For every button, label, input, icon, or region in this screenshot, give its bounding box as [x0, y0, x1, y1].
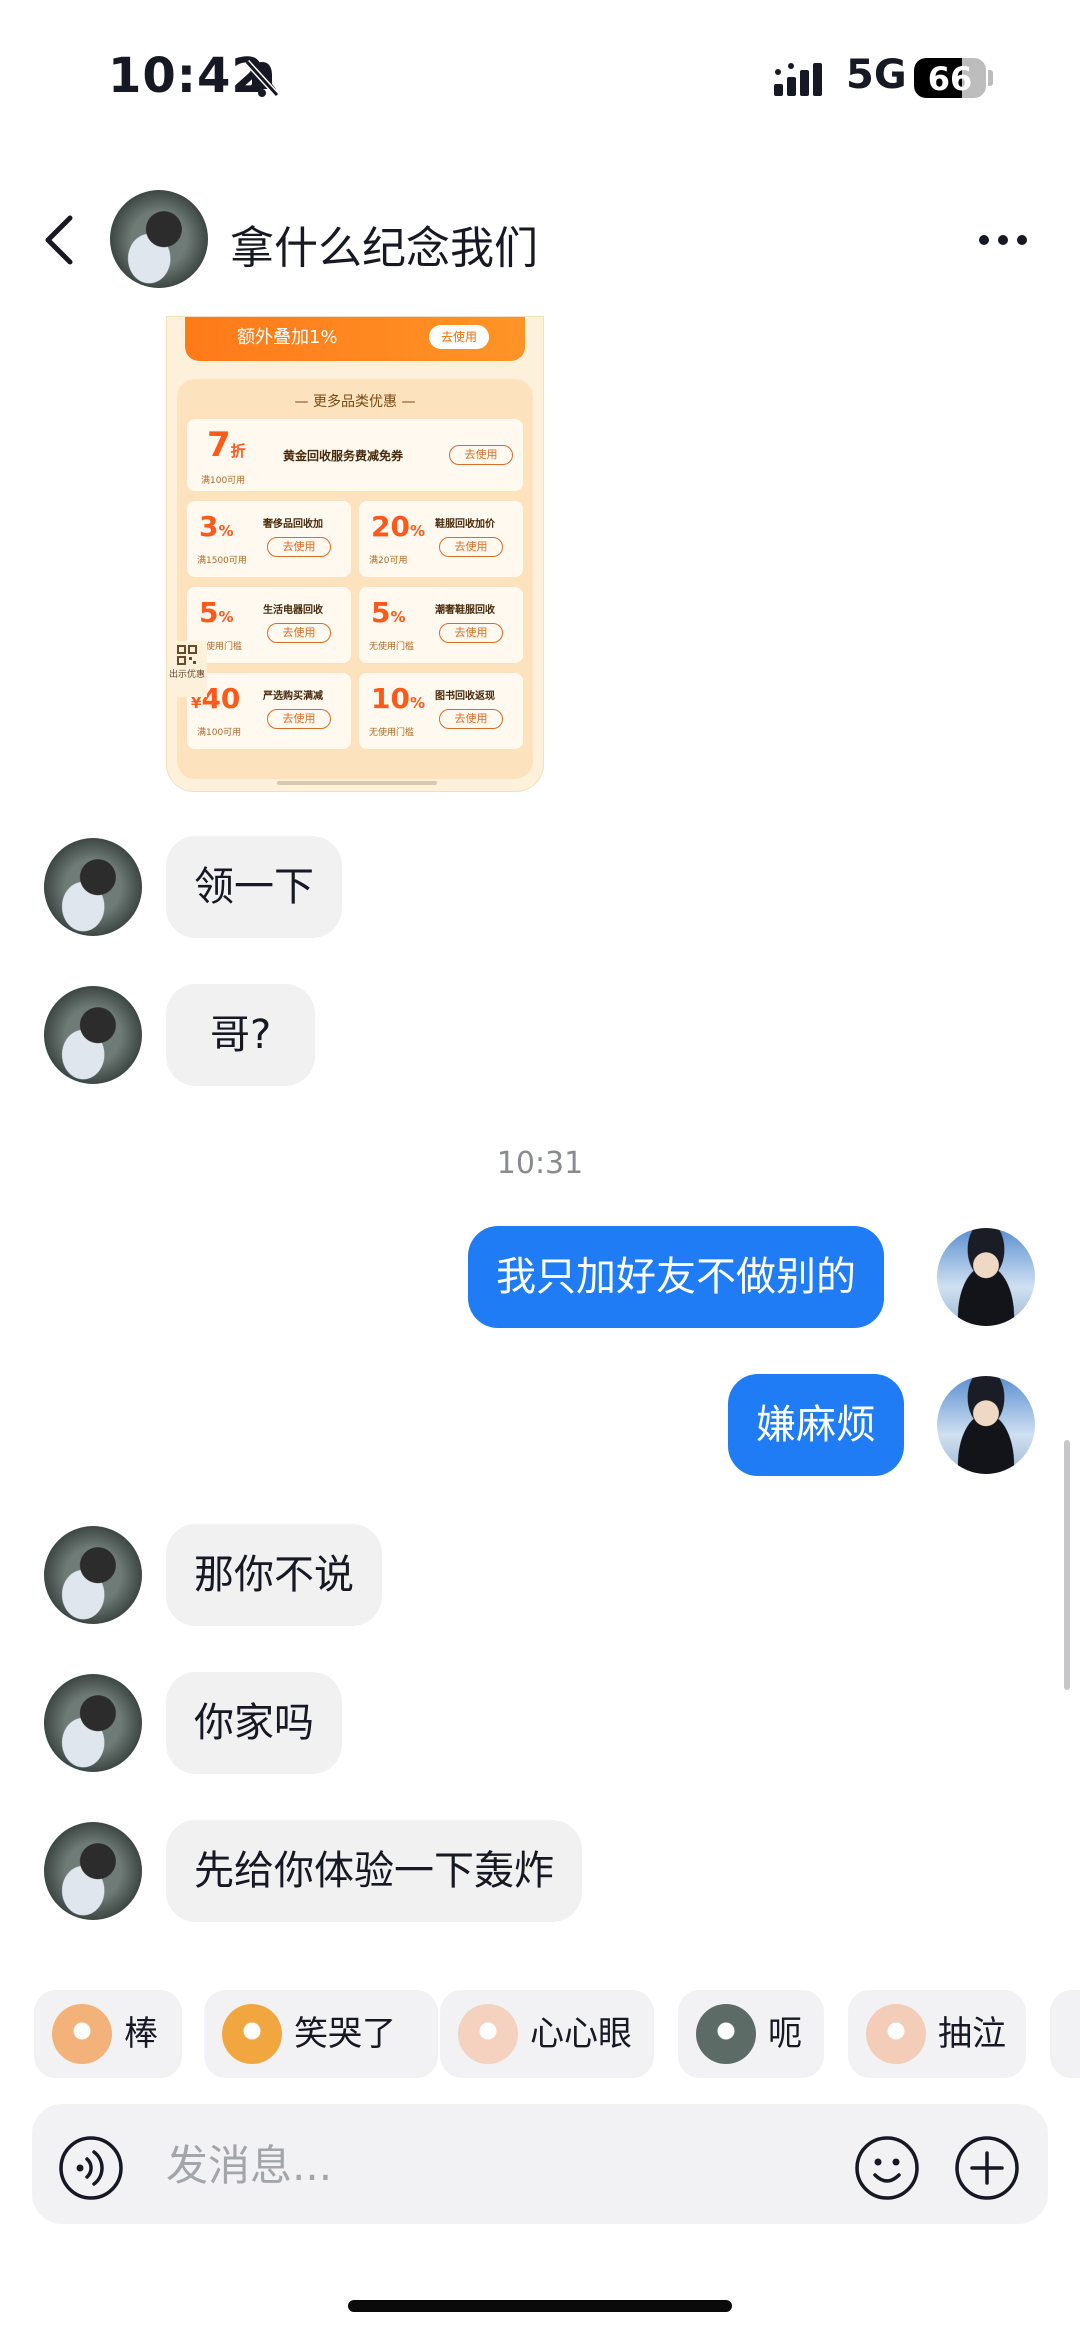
emoji-suggestion[interactable]: 呃	[678, 1990, 824, 2078]
cat-sob-icon	[866, 2004, 926, 2064]
cat-awkward-icon	[696, 2004, 756, 2064]
more-options-icon[interactable]	[978, 230, 1028, 250]
message-input[interactable]	[164, 2128, 808, 2202]
coupon-top-use-button: 去使用	[429, 325, 489, 349]
message-bubble-outgoing[interactable]: 嫌麻烦	[728, 1374, 904, 1476]
coupon-card: 5% 无使用门槛 潮奢鞋服回收去使用	[359, 587, 523, 663]
coupon-bottom-line	[277, 781, 437, 785]
coupon-big-value: 3%	[199, 510, 234, 543]
coupon-big-value: 7折	[207, 425, 246, 465]
scrollbar[interactable]	[1064, 1440, 1070, 1690]
message-bubble-outgoing[interactable]: 我只加好友不做别的	[468, 1226, 884, 1328]
coupon-sub: 无使用门槛	[369, 642, 415, 652]
battery-indicator: 66	[914, 58, 986, 98]
coupon-name: 图书回收返现	[435, 691, 495, 702]
plus-icon[interactable]	[954, 2135, 1020, 2201]
emoji-suggestion[interactable]: 笑哭了	[204, 1990, 438, 2078]
my-avatar[interactable]	[937, 1376, 1035, 1474]
coupon-card: ¥40 满100可用 严选购买满减 去使用	[187, 673, 351, 749]
coupon-sub: 满100可用	[197, 728, 242, 738]
coupon-use-button: 去使用	[267, 709, 331, 729]
coupon-use-button: 去使用	[267, 537, 331, 557]
emoji-label: 呃	[768, 2014, 802, 2054]
emoji-label: 心心眼	[530, 2014, 632, 2054]
coupon-name: 生活电器回收	[263, 605, 323, 616]
emoji-icon[interactable]	[854, 2135, 920, 2201]
emoji-suggestion[interactable]: 棒	[34, 1990, 182, 2078]
coupon-top-text: 额外叠加1%	[237, 327, 338, 348]
network-type: 5G	[846, 52, 907, 98]
coupon-card: 10% 无使用门槛 图书回收返现去使用	[359, 673, 523, 749]
coupon-name: 潮奢鞋服回收	[435, 605, 495, 616]
coupon-use-button: 去使用	[439, 623, 503, 643]
coupon-use-button: 去使用	[267, 623, 331, 643]
time-separator: 10:31	[496, 1146, 584, 1181]
coupon-name: 严选购买满减	[263, 691, 323, 702]
coupon-name: 黄金回收服务费减免券	[283, 449, 404, 463]
battery-level: 66	[927, 60, 973, 98]
cat-thumbs-up-icon	[52, 2004, 112, 2064]
back-arrow-icon[interactable]	[40, 210, 80, 270]
contact-avatar[interactable]	[110, 190, 208, 288]
emoji-suggestion[interactable]: 心心眼	[440, 1990, 654, 2078]
friend-avatar[interactable]	[44, 838, 142, 936]
my-avatar[interactable]	[937, 1228, 1035, 1326]
voice-icon[interactable]	[58, 2135, 124, 2201]
signal-icon	[774, 63, 822, 96]
qr-code-icon	[177, 645, 197, 665]
coupon-sub: 无使用门槛	[369, 728, 415, 738]
coupon-card-wide: 7折 满100可用 黄金回收服务费减免券 去使用	[187, 419, 523, 491]
cat-heart-eyes-icon	[458, 2004, 518, 2064]
coupon-sub: 满100可用	[201, 476, 246, 486]
bell-off-icon	[244, 59, 280, 98]
coupon-use-button: 去使用	[439, 709, 503, 729]
emoji-label: 抽泣	[938, 2014, 1006, 2054]
battery-cap	[988, 70, 993, 86]
emoji-label: 笑哭了	[294, 2014, 396, 2054]
message-bubble-incoming[interactable]: 领一下	[166, 836, 342, 938]
chat-title[interactable]: 拿什么纪念我们	[230, 212, 538, 276]
friend-avatar[interactable]	[44, 1526, 142, 1624]
coupon-big-value: 5%	[371, 596, 406, 629]
message-bubble-incoming[interactable]: 你家吗	[166, 1672, 342, 1774]
dog-laugh-cry-icon	[222, 2004, 282, 2064]
coupon-use-button: 去使用	[439, 537, 503, 557]
friend-avatar[interactable]	[44, 986, 142, 1084]
coupon-big-value: 10%	[371, 682, 425, 715]
coupon-card: 3% 满1500可用 奢侈品回收加去使用	[187, 501, 351, 577]
coupon-card: 20% 满20可用 鞋服回收加价去使用	[359, 501, 523, 577]
message-bubble-incoming[interactable]: 那你不说	[166, 1524, 382, 1626]
emoji-label: 棒	[124, 2014, 158, 2054]
emoji-suggestion[interactable]: 抽泣	[848, 1990, 1026, 2078]
coupon-big-value: 20%	[371, 510, 425, 543]
message-bubble-incoming[interactable]: 哥?	[166, 984, 316, 1086]
coupon-big-value: 5%	[199, 596, 234, 629]
coupon-panel-title: — 更多品类优惠 —	[294, 394, 416, 410]
emoji-suggestion-partial[interactable]	[1050, 1990, 1080, 2078]
coupon-sub: 满1500可用	[197, 556, 247, 566]
coupon-use-button: 去使用	[449, 445, 513, 465]
friend-avatar[interactable]	[44, 1822, 142, 1920]
coupon-qr-label: 出示优惠	[169, 670, 206, 680]
coupon-name: 奢侈品回收加	[263, 519, 323, 530]
friend-avatar[interactable]	[44, 1674, 142, 1772]
coupon-name: 鞋服回收加价	[435, 519, 495, 530]
coupon-sub: 满20可用	[369, 556, 408, 566]
message-bubble-incoming[interactable]: 先给你体验一下轰炸	[166, 1820, 582, 1922]
coupon-card: 5% 无使用门槛 生活电器回收 去使用	[187, 587, 351, 663]
home-indicator[interactable]	[348, 2300, 732, 2312]
coupon-image-message[interactable]: 额外叠加1% 去使用 — 更多品类优惠 — 7折 满100可用 黄金回收服务费减…	[166, 316, 544, 792]
